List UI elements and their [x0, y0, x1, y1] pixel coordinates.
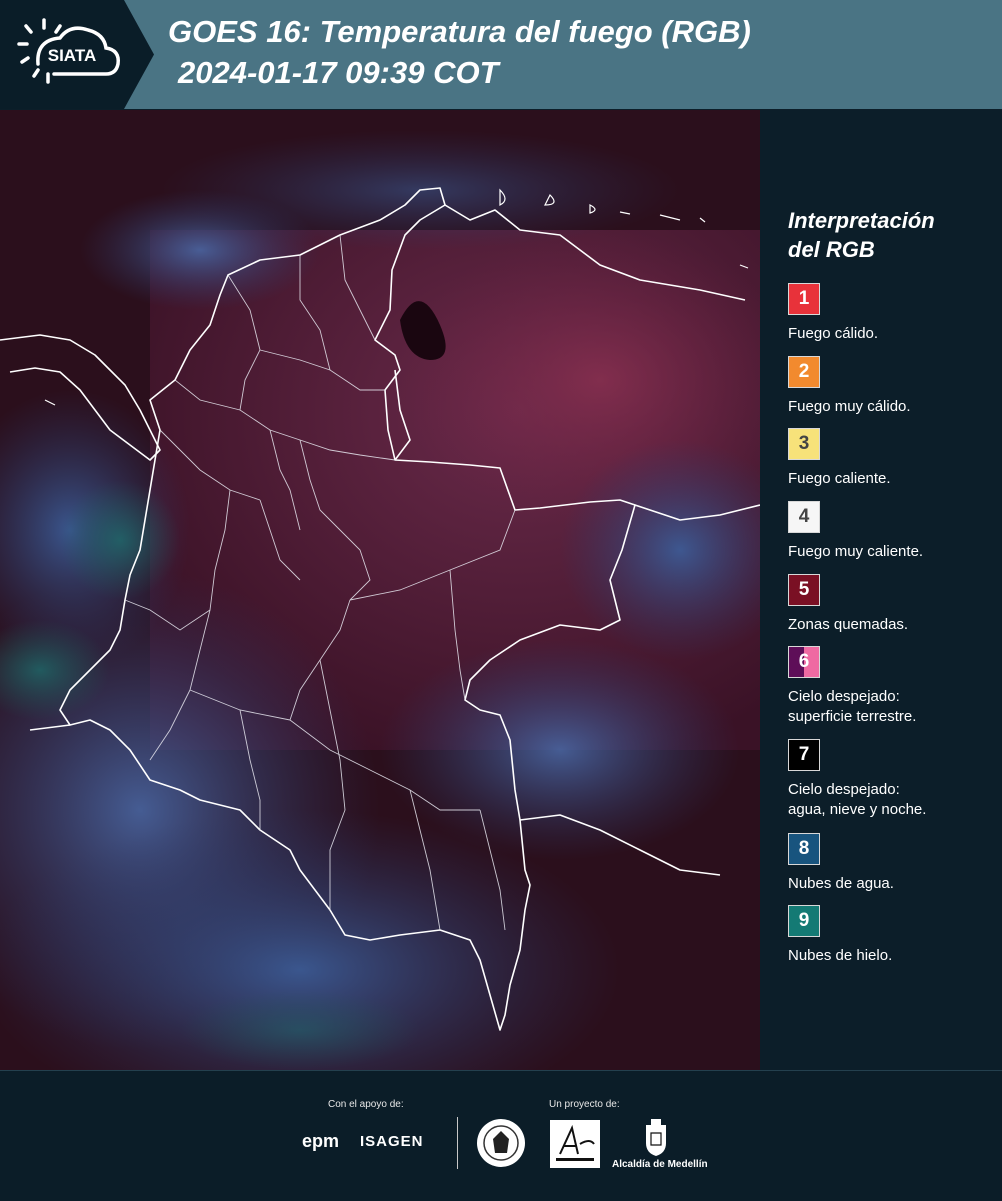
legend-label-9: Nubes de hielo.	[788, 947, 893, 964]
legend-item-7: 7 Cielo despejado: agua, nieve y noche.	[788, 739, 998, 820]
legend-swatch-8: 8	[788, 833, 820, 865]
legend-swatch-1: 1	[788, 283, 820, 315]
project-label: Un proyecto de:	[549, 1099, 620, 1110]
page-timestamp: 2024-01-17 09:39 COT	[178, 55, 499, 90]
legend-item-9: 9 Nubes de hielo.	[788, 905, 998, 966]
legend-label-5: Zonas quemadas.	[788, 616, 909, 633]
legend-swatch-3: 3	[788, 428, 820, 460]
epm-logo: epm	[302, 1131, 340, 1151]
university-seal-icon	[477, 1119, 525, 1167]
legend-item-3: 3 Fuego caliente.	[788, 428, 998, 489]
isagen-logo: ISAGEN	[360, 1133, 424, 1150]
legend-item-1: 1 Fuego cálido.	[788, 283, 998, 344]
legend-label-7-line2: agua, nieve y noche.	[788, 801, 927, 818]
legend-swatch-2: 2	[788, 356, 820, 388]
legend-item-6: 6 Cielo despejado: superficie terrestre.	[788, 646, 998, 727]
legend-swatch-6: 6	[788, 646, 820, 678]
legend-label-3: Fuego caliente.	[788, 470, 891, 487]
legend-label-6-line2: superficie terrestre.	[788, 708, 917, 725]
support-label: Con el apoyo de:	[328, 1099, 404, 1110]
page-title: GOES 16: Temperatura del fuego (RGB)	[168, 14, 751, 49]
legend-title-line2: del RGB	[788, 237, 875, 262]
legend-title-line1: Interpretación	[788, 208, 935, 233]
header: SIATA GOES 16: Temperatura del fuego (RG…	[0, 0, 1002, 109]
footer-divider	[457, 1117, 458, 1169]
satellite-image	[0, 110, 760, 1070]
legend-label-7-line1: Cielo despejado:	[788, 781, 900, 798]
siata-logo: SIATA	[17, 18, 120, 84]
legend-label-2: Fuego muy cálido.	[788, 398, 911, 415]
legend-swatch-7: 7	[788, 739, 820, 771]
legend-item-5: 5 Zonas quemadas.	[788, 574, 998, 635]
legend-label-6: Cielo despejado: superficie terrestre.	[788, 687, 998, 727]
legend-item-2: 2 Fuego muy cálido.	[788, 356, 998, 417]
area-metropolitana-logo	[550, 1120, 600, 1168]
legend-label-4: Fuego muy caliente.	[788, 543, 924, 560]
legend-swatch-4: 4	[788, 501, 820, 533]
legend-label-7: Cielo despejado: agua, nieve y noche.	[788, 780, 998, 820]
legend-swatch-9: 9	[788, 905, 820, 937]
legend-label-1: Fuego cálido.	[788, 325, 879, 342]
legend-swatch-5: 5	[788, 574, 820, 606]
satellite-map	[0, 110, 760, 1070]
footer: Con el apoyo de: Un proyecto de: epm ISA…	[0, 1070, 1002, 1201]
legend-title: Interpretación del RGB	[788, 206, 988, 264]
legend-label-8: Nubes de agua.	[788, 875, 894, 892]
alcaldia-shield-icon	[646, 1119, 666, 1156]
svg-text:SIATA: SIATA	[48, 46, 96, 65]
legend-item-4: 4 Fuego muy caliente.	[788, 501, 998, 562]
alcaldia-text: Alcaldía de Medellín	[612, 1159, 708, 1170]
legend-item-8: 8 Nubes de agua.	[788, 833, 998, 894]
legend-label-6-line1: Cielo despejado:	[788, 688, 900, 705]
